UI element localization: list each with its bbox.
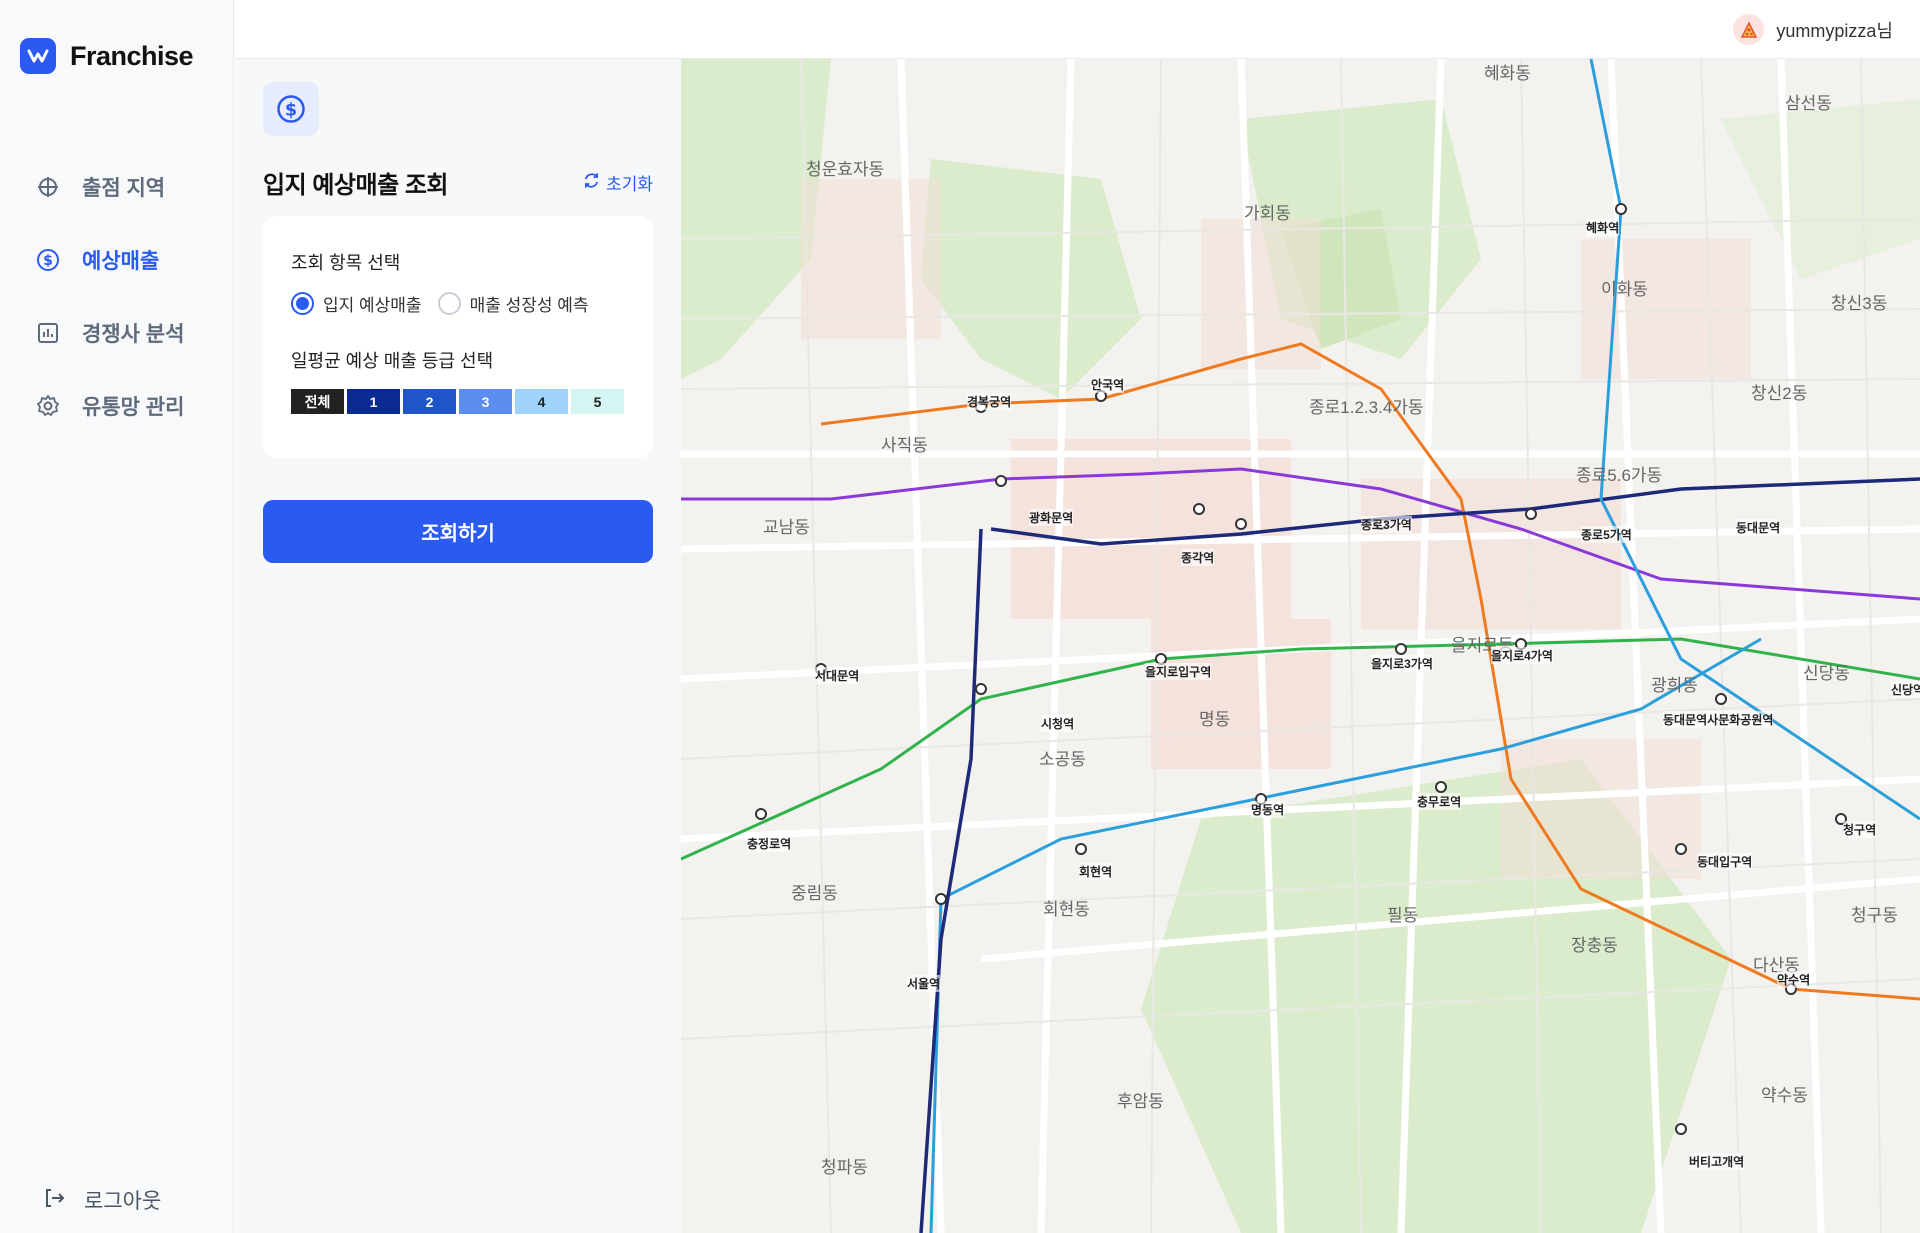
user-menu[interactable]: yummypizza님 xyxy=(1733,14,1893,45)
refresh-icon xyxy=(583,172,600,194)
query-type-heading: 조회 항목 선택 xyxy=(291,253,401,273)
map-area-label: 종로5.6가동 xyxy=(1576,466,1663,485)
map-station-label: 버티고개역 xyxy=(1689,1153,1745,1170)
map-station-label: 청구역 xyxy=(1843,821,1877,838)
nav-item-expected-sales[interactable]: $ 예상매출 xyxy=(0,223,234,296)
map-station-label: 광화문역 xyxy=(1029,509,1074,526)
map-area-label: 중림동 xyxy=(791,884,838,903)
map-area-label: 혜화동 xyxy=(1484,64,1531,83)
options-card: 조회 항목 선택 입지 예상매출 매출 성장성 예측 일평균 예상 매출 등급 … xyxy=(263,216,653,458)
map-area-label: 사직동 xyxy=(881,436,928,455)
user-name: yummypizza님 xyxy=(1776,20,1893,41)
map-station-label: 종로5가역 xyxy=(1581,526,1632,543)
map-area-label: 소공동 xyxy=(1039,750,1086,769)
radio-expected-sales[interactable]: 입지 예상매출 xyxy=(291,291,422,316)
map-station-label: 충정로역 xyxy=(747,835,792,852)
map-area-label: 창신3동 xyxy=(1831,294,1888,313)
map-area-label: 이화동 xyxy=(1601,280,1648,299)
crosshair-icon xyxy=(34,173,62,201)
grade-3-chip[interactable]: 3 xyxy=(459,389,512,414)
map-area-label: 교남동 xyxy=(763,518,810,537)
map-station-label: 서대문역 xyxy=(815,667,860,684)
nav-item-label: 유통망 관리 xyxy=(82,395,185,419)
sidebar-nav: 출점 지역 $ 예상매출 경쟁사 분석 유통망 관리 xyxy=(0,150,234,442)
grade-1-chip[interactable]: 1 xyxy=(347,389,400,414)
map-canvas[interactable] xyxy=(681,59,1920,1233)
map-area-label: 청파동 xyxy=(821,1158,868,1177)
gear-icon xyxy=(34,392,62,420)
map-area-label: 명동 xyxy=(1199,710,1231,729)
logo[interactable]: Franchise xyxy=(20,36,194,76)
logout-icon xyxy=(42,1186,66,1215)
nav-item-label: 경쟁사 분석 xyxy=(82,322,185,346)
svg-text:$: $ xyxy=(285,100,297,120)
search-button[interactable]: 조회하기 xyxy=(263,500,653,563)
map-station-label: 시청역 xyxy=(1041,715,1075,732)
map-area-label: 청구동 xyxy=(1851,906,1898,925)
panel-title: 입지 예상매출 조회 xyxy=(263,172,448,199)
map-station-label: 혜화역 xyxy=(1586,219,1620,236)
map-station-label: 안국역 xyxy=(1091,376,1125,393)
map-station-label: 종각역 xyxy=(1181,549,1215,566)
reset-button[interactable]: 초기화 xyxy=(583,170,653,195)
nav-item-label: 출점 지역 xyxy=(82,176,166,200)
nav-item-label: 예상매출 xyxy=(82,249,160,273)
map-station-label: 을지로3가역 xyxy=(1371,655,1433,672)
grade-5-chip[interactable]: 5 xyxy=(571,389,624,414)
radio-label: 매출 성장성 예측 xyxy=(469,296,589,315)
map-area-label: 창신2동 xyxy=(1751,384,1808,403)
nav-item-store-location[interactable]: 출점 지역 xyxy=(0,150,234,223)
logo-text: Franchise xyxy=(70,40,194,71)
logout-button[interactable]: 로그아웃 xyxy=(42,1185,161,1215)
grade-4-chip[interactable]: 4 xyxy=(515,389,568,414)
radio-indicator xyxy=(437,292,461,315)
reset-label: 초기화 xyxy=(606,175,653,194)
map-area-label: 약수동 xyxy=(1761,1086,1808,1105)
map-view[interactable]: 청운효자동 가회동 혜화동 삼선동 이화동 창신2동 창신3동 종로1.2.3.… xyxy=(681,59,1920,1233)
map-area-label: 필동 xyxy=(1387,906,1419,925)
map-station-label: 동대입구역 xyxy=(1697,853,1753,870)
bar-chart-icon xyxy=(34,319,62,347)
map-station-label: 을지로4가역 xyxy=(1491,647,1553,664)
grade-heading: 일평균 예상 매출 등급 선택 xyxy=(291,351,494,371)
map-area-label: 청운효자동 xyxy=(806,160,885,179)
grade-selector: 전체 1 2 3 4 5 xyxy=(291,389,624,414)
map-station-label: 을지로입구역 xyxy=(1145,663,1212,680)
map-area-label: 종로1.2.3.4가동 xyxy=(1309,398,1424,417)
map-area-label: 삼선동 xyxy=(1785,94,1832,113)
map-station-label: 회현역 xyxy=(1079,863,1113,880)
map-area-label: 후암동 xyxy=(1117,1092,1164,1111)
map-area-label: 광희동 xyxy=(1651,676,1698,695)
topbar: yummypizza님 xyxy=(235,0,1920,59)
map-area-label: 가회동 xyxy=(1244,204,1291,223)
map-station-label: 동대문역 xyxy=(1736,519,1781,536)
grade-2-chip[interactable]: 2 xyxy=(403,389,456,414)
query-type-radio-group: 입지 예상매출 매출 성장성 예측 xyxy=(291,291,589,316)
pizza-icon xyxy=(1733,14,1765,45)
dollar-circle-icon: $ xyxy=(34,246,62,274)
map-station-label: 동대문역사문화공원역 xyxy=(1663,711,1774,728)
radio-indicator xyxy=(291,292,314,315)
sidebar: Franchise 출점 지역 $ 예상매출 경쟁사 분석 유통망 관리 로그아… xyxy=(0,0,234,1233)
map-station-label: 경복궁역 xyxy=(967,393,1012,410)
nav-item-distribution[interactable]: 유통망 관리 xyxy=(0,369,234,442)
query-panel: $ 입지 예상매출 조회 초기화 조회 항목 선택 입지 예상매출 매출 성장성… xyxy=(235,59,681,1233)
map-station-label: 명동역 xyxy=(1251,801,1285,818)
map-station-label: 종로3가역 xyxy=(1361,516,1412,533)
logout-label: 로그아웃 xyxy=(84,1190,162,1213)
map-station-label: 충무로역 xyxy=(1417,793,1462,810)
grade-all-chip[interactable]: 전체 xyxy=(291,389,344,414)
map-area-label: 신당동 xyxy=(1803,664,1850,683)
svg-text:$: $ xyxy=(43,253,53,269)
map-station-label: 서울역 xyxy=(907,975,941,992)
map-station-label: 약수역 xyxy=(1777,971,1811,988)
map-area-label: 회현동 xyxy=(1043,900,1090,919)
map-area-label: 장충동 xyxy=(1571,936,1618,955)
radio-label: 입지 예상매출 xyxy=(323,296,422,315)
radio-growth-forecast[interactable]: 매출 성장성 예측 xyxy=(437,291,589,316)
nav-item-competitor-analysis[interactable]: 경쟁사 분석 xyxy=(0,296,234,369)
logo-mark-icon xyxy=(20,38,56,74)
dollar-circle-icon: $ xyxy=(263,82,319,136)
map-station-label: 신당역 xyxy=(1891,681,1920,698)
